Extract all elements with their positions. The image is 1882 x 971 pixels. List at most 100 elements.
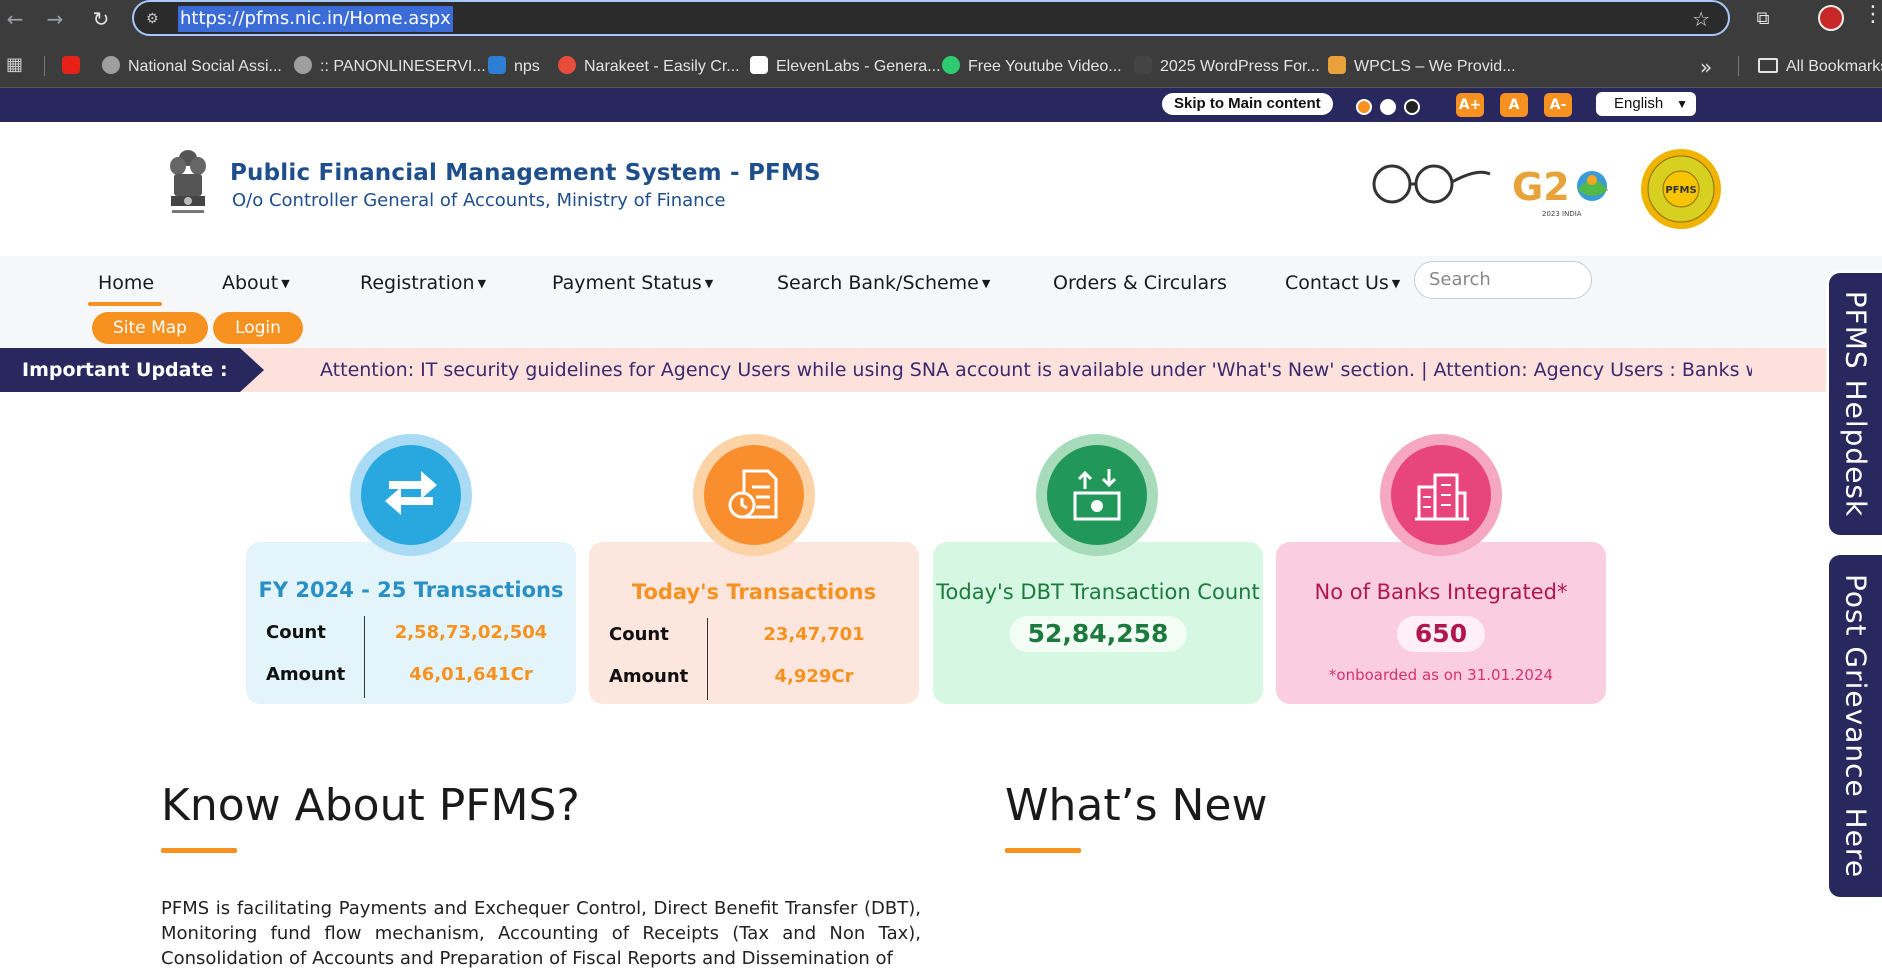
- nav-label: Home: [98, 272, 155, 294]
- nps-icon: [488, 56, 506, 74]
- font-normal-button[interactable]: A: [1500, 93, 1528, 117]
- site-subtitle: O/o Controller General of Accounts, Mini…: [232, 190, 726, 211]
- profile-avatar[interactable]: [1818, 5, 1844, 31]
- nav-active-indicator: [88, 302, 162, 306]
- globe-icon: [102, 56, 120, 74]
- skip-to-main-button[interactable]: Skip to Main content: [1162, 93, 1333, 115]
- fy-card-title: FY 2024 - 25 Transactions: [258, 578, 564, 602]
- reload-icon[interactable]: ↻: [86, 4, 116, 34]
- fy-amount-label: Amount: [266, 664, 346, 685]
- money-transfer-icon: [1073, 469, 1121, 521]
- bookmark-label: Narakeet - Easily Cr...: [584, 58, 740, 75]
- caret-down-icon: ▼: [704, 277, 714, 290]
- forward-icon[interactable]: →: [40, 4, 70, 34]
- today-transactions-card: Today's Transactions Count 23,47,701 Amo…: [589, 542, 919, 704]
- ticker-label: Important Update :: [0, 348, 240, 392]
- transfer-arrows-icon: [385, 471, 437, 515]
- bookmark-item[interactable]: 2025 WordPress For...: [1134, 54, 1320, 80]
- nav-search-bank-scheme[interactable]: Search Bank/Scheme ▼: [777, 264, 990, 302]
- bookmark-item[interactable]: :: PANONLINESERVI...: [294, 54, 486, 80]
- url-text[interactable]: https://pfms.nic.in/Home.aspx: [178, 6, 453, 32]
- ticker-arrow: [240, 348, 264, 392]
- nav-contact-us[interactable]: Contact Us ▼: [1285, 264, 1400, 302]
- nav-registration[interactable]: Registration ▼: [360, 264, 486, 302]
- bookmark-star-icon[interactable]: ☆: [1692, 6, 1710, 32]
- bookmark-item[interactable]: Narakeet - Easily Cr...: [558, 54, 740, 80]
- wordpress-icon: [1134, 56, 1152, 74]
- site-info-icon[interactable]: ⚙: [146, 8, 168, 30]
- apps-grid-icon[interactable]: ▦: [6, 54, 28, 76]
- helpdesk-label: PFMS Helpdesk: [1839, 290, 1872, 518]
- heading-underline: [161, 848, 237, 853]
- fy-icon-circle: [350, 434, 472, 556]
- nav-home[interactable]: Home: [98, 264, 154, 302]
- fy-count-value: 2,58,73,02,504: [394, 622, 548, 643]
- all-bookmarks-folder[interactable]: All Bookmarks: [1758, 54, 1882, 80]
- folder-icon: [1758, 58, 1778, 73]
- fy-count-label: Count: [266, 622, 326, 643]
- chevron-down-icon: ▼: [1676, 97, 1688, 111]
- bookmark-label: 2025 WordPress For...: [1160, 58, 1320, 75]
- whats-new-heading: What’s New: [1005, 780, 1268, 831]
- login-button[interactable]: Login: [213, 312, 303, 344]
- language-select[interactable]: English ▼: [1596, 92, 1696, 116]
- today-amount-label: Amount: [609, 666, 689, 687]
- bookmark-item[interactable]: ElevenLabs - Genera...: [750, 54, 941, 80]
- back-icon[interactable]: ←: [0, 4, 30, 34]
- divider: [364, 616, 365, 698]
- divider: [707, 618, 708, 700]
- nav-about[interactable]: About ▼: [222, 264, 290, 302]
- important-update-ticker: Important Update : Attention: IT securit…: [0, 348, 1882, 392]
- elevenlabs-icon: [750, 56, 768, 74]
- caret-down-icon: ▼: [477, 277, 487, 290]
- banks-count-value: 650: [1396, 616, 1486, 652]
- nav-label: About: [222, 272, 279, 294]
- today-count-value: 23,47,701: [763, 624, 865, 645]
- more-bookmarks-icon[interactable]: »: [1700, 54, 1712, 80]
- svg-text:PFMS: PFMS: [1665, 185, 1696, 196]
- ticker-text[interactable]: Attention: IT security guidelines for Ag…: [320, 348, 1752, 392]
- nav-label: Contact Us: [1285, 272, 1389, 294]
- bookmark-youtube[interactable]: [62, 54, 88, 80]
- site-map-button[interactable]: Site Map: [92, 312, 208, 344]
- nav-orders-circulars[interactable]: Orders & Circulars: [1053, 264, 1227, 302]
- today-icon-circle: [693, 434, 815, 556]
- banks-icon-circle: [1380, 434, 1502, 556]
- today-amount-value: 4,929Cr: [774, 666, 854, 687]
- menu-kebab-icon[interactable]: ⋮: [1862, 2, 1882, 27]
- wpcls-icon: [1328, 56, 1346, 74]
- bookmark-item[interactable]: WPCLS – We Provid...: [1328, 54, 1516, 80]
- bookmark-item[interactable]: Free Youtube Video...: [942, 54, 1122, 80]
- extensions-icon[interactable]: ⧉: [1748, 4, 1778, 34]
- pfms-seal-logo-icon: PFMS: [1641, 149, 1721, 229]
- site-search-input[interactable]: Search: [1414, 261, 1592, 299]
- site-header: Public Financial Management System - PFM…: [0, 122, 1882, 256]
- bookmark-label: National Social Assi...: [128, 58, 282, 75]
- fy-amount-value: 46,01,641Cr: [409, 664, 533, 685]
- bookmark-item[interactable]: National Social Assi...: [102, 54, 282, 80]
- address-bar[interactable]: ⚙ https://pfms.nic.in/Home.aspx ☆: [132, 0, 1730, 36]
- post-grievance-tab[interactable]: Post Grievance Here: [1826, 552, 1882, 900]
- banks-card-title: No of Banks Integrated*: [1314, 580, 1568, 604]
- browser-toolbar: ← → ↻ ⚙ https://pfms.nic.in/Home.aspx ☆ …: [0, 0, 1882, 46]
- banks-onboarded-note: *onboarded as on 31.01.2024: [1328, 666, 1554, 684]
- pfms-helpdesk-tab[interactable]: PFMS Helpdesk: [1826, 270, 1882, 538]
- fy-transactions-card: FY 2024 - 25 Transactions Count 2,58,73,…: [246, 542, 576, 704]
- globe-icon: [294, 56, 312, 74]
- theme-white-dot[interactable]: [1380, 99, 1396, 115]
- main-nav: Home About ▼ Registration ▼ Payment Status…: [0, 256, 1882, 348]
- bookmark-label: nps: [514, 58, 540, 75]
- theme-dark-dot[interactable]: [1404, 99, 1420, 115]
- bookmark-label: Free Youtube Video...: [968, 58, 1122, 75]
- bookmark-item[interactable]: nps: [488, 54, 540, 80]
- font-increase-button[interactable]: A+: [1456, 93, 1484, 117]
- dbt-count-value: 52,84,258: [1009, 616, 1187, 652]
- narakeet-icon: [558, 56, 576, 74]
- nav-payment-status[interactable]: Payment Status ▼: [552, 264, 713, 302]
- language-value: English: [1614, 95, 1664, 112]
- font-decrease-button[interactable]: A-: [1544, 93, 1572, 117]
- bookmark-label: WPCLS – We Provid...: [1354, 58, 1516, 75]
- divider: [44, 56, 45, 76]
- theme-orange-dot[interactable]: [1356, 99, 1372, 115]
- bookmark-label: :: PANONLINESERVI...: [320, 58, 486, 75]
